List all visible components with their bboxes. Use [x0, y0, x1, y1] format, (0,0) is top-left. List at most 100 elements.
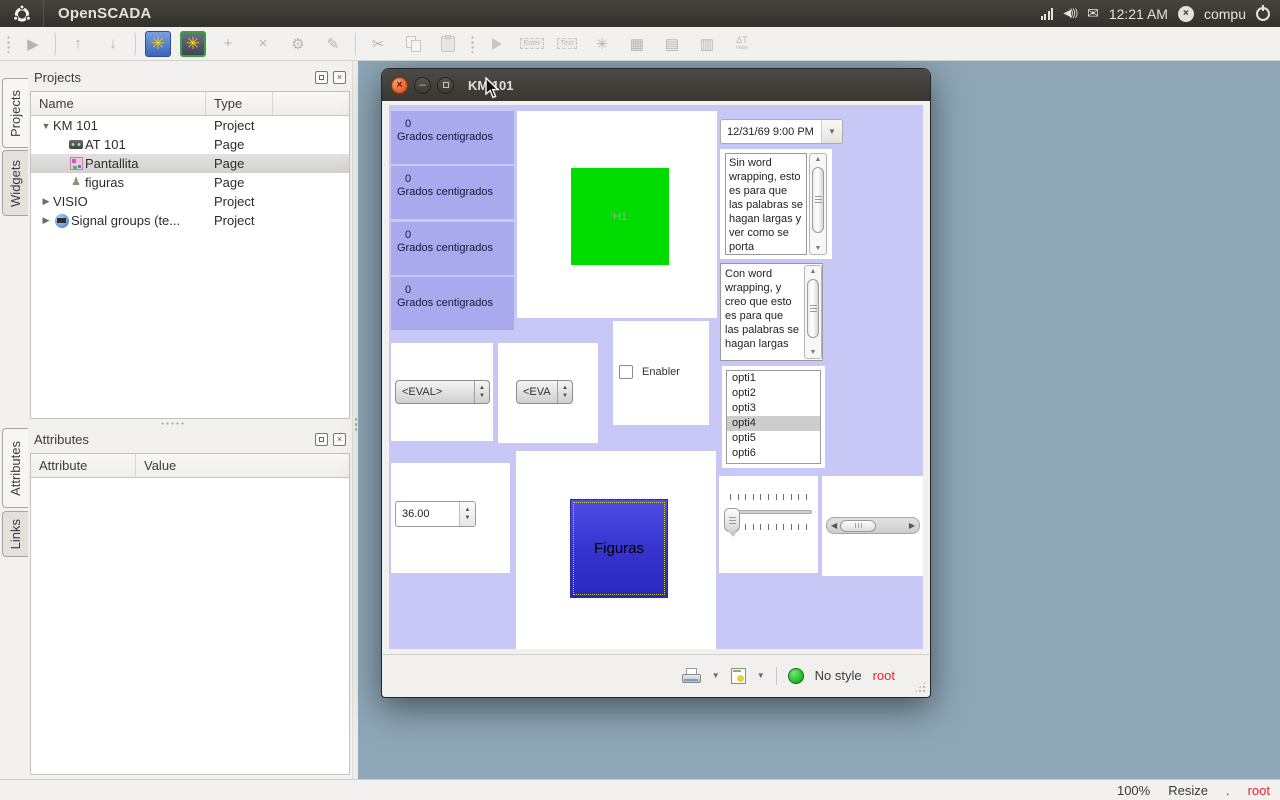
power-icon[interactable]: [1256, 7, 1270, 21]
eva-spincombo[interactable]: <EVA ▲▼: [516, 380, 573, 404]
item-properties-button[interactable]: ⚙: [285, 31, 311, 57]
username[interactable]: compu: [1204, 6, 1246, 22]
spin-buttons[interactable]: ▲▼: [474, 381, 489, 403]
expander-open-icon[interactable]: ▼: [39, 121, 53, 131]
insert-document-button[interactable]: ▥: [694, 31, 720, 57]
scroll-down-icon[interactable]: ▼: [815, 244, 822, 253]
volume-icon[interactable]: ◀))): [1063, 8, 1077, 19]
eval-spincombo[interactable]: <EVAL> ▲▼: [395, 380, 490, 404]
ubuntu-logo-icon[interactable]: [0, 0, 44, 27]
scrollbar-thumb[interactable]: [812, 167, 824, 233]
temp-display-1[interactable]: 0 Grados centigrados: [391, 111, 514, 164]
tab-projects[interactable]: Projects: [2, 78, 28, 148]
export-dropdown-icon[interactable]: ▼: [757, 671, 765, 680]
tab-attributes[interactable]: Attributes: [2, 428, 28, 508]
scrollbar-thumb[interactable]: [840, 520, 876, 532]
tree-row-pantallita[interactable]: Pantallita Page: [31, 154, 349, 173]
scroll-left-icon[interactable]: ◀: [831, 522, 837, 530]
insert-shape-button[interactable]: [484, 31, 510, 57]
export-button[interactable]: [731, 668, 746, 684]
column-header-attribute[interactable]: Attribute: [31, 454, 136, 477]
insert-media-button[interactable]: ✳: [589, 31, 615, 57]
insert-diagram-button[interactable]: ▦: [624, 31, 650, 57]
insert-form-element-button[interactable]: Enter: [519, 31, 545, 57]
enabler-checkbox-row[interactable]: Enabler: [619, 365, 680, 379]
slider-handle[interactable]: [724, 508, 740, 532]
vertical-scrollbar[interactable]: ▲ ▼: [804, 265, 822, 359]
mail-icon[interactable]: ✉: [1087, 5, 1099, 22]
window-resize-grip[interactable]: [914, 681, 926, 693]
insert-text-button[interactable]: Text: [554, 31, 580, 57]
column-header-type[interactable]: Type: [206, 92, 273, 115]
scroll-up-icon[interactable]: ▲: [810, 267, 817, 276]
insert-function-button[interactable]: ΔTValue: [729, 31, 755, 57]
print-button[interactable]: [682, 668, 701, 683]
horizontal-slider[interactable]: [723, 494, 814, 550]
network-signal-icon[interactable]: [1041, 8, 1054, 20]
print-dropdown-icon[interactable]: ▼: [712, 671, 720, 680]
textarea-wrap[interactable]: Con word wrapping, y creo que esto es pa…: [722, 265, 802, 357]
float-panel-icon[interactable]: [315, 433, 328, 446]
new-widget-library-button[interactable]: ✳: [180, 31, 206, 57]
copy-button[interactable]: [400, 31, 426, 57]
scroll-right-icon[interactable]: ▶: [909, 522, 915, 530]
horizontal-splitter[interactable]: [160, 421, 186, 426]
toolbar-grip[interactable]: [6, 35, 11, 53]
value-spinbox[interactable]: 36.00 ▲▼: [395, 501, 476, 527]
insert-protocol-button[interactable]: ▤: [659, 31, 685, 57]
column-header-value[interactable]: Value: [136, 454, 349, 477]
window-minimize-button[interactable]: –: [414, 77, 431, 94]
tree-row-km101[interactable]: ▼KM 101 Project: [31, 116, 349, 135]
tab-links[interactable]: Links: [2, 511, 28, 557]
tab-widgets[interactable]: Widgets: [2, 150, 28, 216]
window-maximize-button[interactable]: [437, 77, 454, 94]
list-item[interactable]: opti5: [727, 431, 820, 446]
load-from-db-button[interactable]: ↑: [65, 31, 91, 57]
figuras-button[interactable]: Figuras: [570, 499, 668, 598]
datetime-dropdown-button[interactable]: ▼: [821, 120, 842, 143]
new-project-button[interactable]: ✳: [145, 31, 171, 57]
paste-button[interactable]: [435, 31, 461, 57]
close-panel-icon[interactable]: ×: [333, 71, 346, 84]
vertical-scrollbar[interactable]: ▲ ▼: [809, 153, 827, 255]
temp-display-3[interactable]: 0 Grados centigrados: [391, 222, 514, 275]
window-close-button[interactable]: ×: [391, 77, 408, 94]
session-indicator-icon[interactable]: ×: [1178, 6, 1194, 22]
scroll-up-icon[interactable]: ▲: [815, 155, 822, 164]
edit-item-button[interactable]: ✎: [320, 31, 346, 57]
float-panel-icon[interactable]: [315, 71, 328, 84]
list-item[interactable]: opti2: [727, 386, 820, 401]
list-item[interactable]: opti6: [727, 446, 820, 461]
horizontal-scrollbar[interactable]: ◀ ▶: [826, 517, 920, 534]
tree-row-figuras[interactable]: ♟figuras Page: [31, 173, 349, 192]
cut-button[interactable]: ✂: [365, 31, 391, 57]
tree-row-signal-groups[interactable]: ▶Signal groups (te... Project: [31, 211, 349, 230]
temp-display-2[interactable]: 0 Grados centigrados: [391, 166, 514, 219]
window-titlebar[interactable]: × – KM 101: [382, 69, 930, 101]
spin-buttons[interactable]: ▲▼: [459, 502, 475, 526]
h1-green-element[interactable]: H1: [571, 168, 669, 265]
textarea-nowrap[interactable]: Sin word wrapping, esto es para que las …: [725, 153, 807, 255]
save-to-db-button[interactable]: ↓: [100, 31, 126, 57]
delete-item-button[interactable]: ×: [250, 31, 276, 57]
clock[interactable]: 12:21 AM: [1109, 6, 1168, 22]
list-item-selected[interactable]: opti4: [727, 416, 820, 431]
list-item[interactable]: opti1: [727, 371, 820, 386]
temp-display-4[interactable]: 0 Grados centigrados: [391, 277, 514, 330]
vertical-splitter[interactable]: [352, 61, 358, 779]
scrollbar-thumb[interactable]: [807, 279, 819, 338]
expander-closed-icon[interactable]: ▶: [39, 215, 53, 226]
scroll-down-icon[interactable]: ▼: [810, 348, 817, 357]
tree-row-at101[interactable]: AT 101 Page: [31, 135, 349, 154]
add-item-button[interactable]: +: [215, 31, 241, 57]
enabler-checkbox[interactable]: [619, 365, 633, 379]
options-list[interactable]: opti1 opti2 opti3 opti4 opti5 opti6: [726, 370, 821, 464]
column-header-name[interactable]: Name: [31, 92, 206, 115]
datetime-combobox[interactable]: 12/31/69 9:00 PM ▼: [720, 119, 843, 144]
toolbar-grip[interactable]: [470, 35, 475, 53]
list-item[interactable]: opti3: [727, 401, 820, 416]
tree-row-visio[interactable]: ▶VISIO Project: [31, 192, 349, 211]
close-panel-icon[interactable]: ×: [333, 433, 346, 446]
spin-buttons[interactable]: ▲▼: [557, 381, 572, 403]
expander-closed-icon[interactable]: ▶: [39, 196, 53, 207]
